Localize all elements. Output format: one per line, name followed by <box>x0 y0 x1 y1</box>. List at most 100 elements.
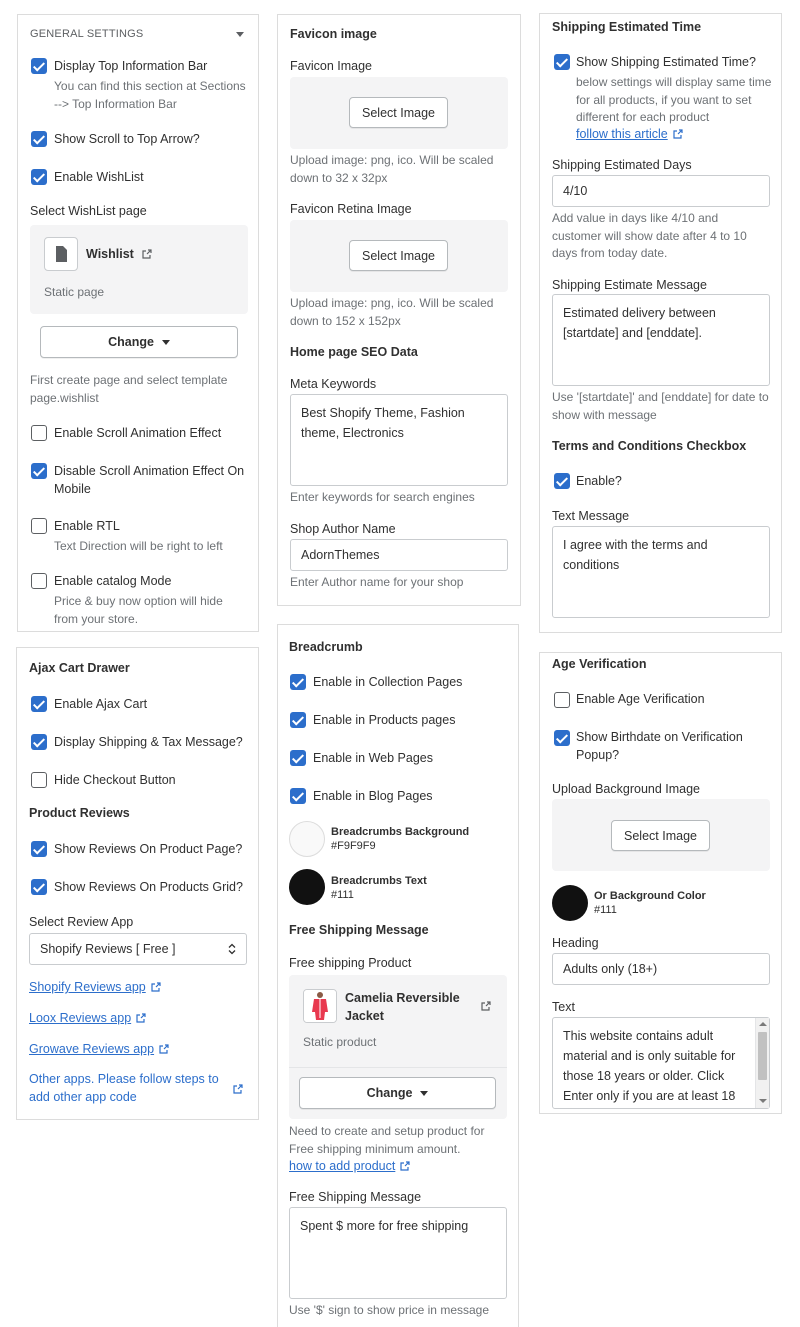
reviews-grid-checkbox[interactable] <box>31 879 47 895</box>
external-link-icon[interactable] <box>481 1001 491 1011</box>
scroll-down-icon[interactable] <box>759 1099 767 1103</box>
birthdate-label: Show Birthdate on Verification Popup? <box>576 730 743 762</box>
free-message-textarea[interactable]: Spent $ more for free shipping <box>289 1207 507 1299</box>
top-bar-label: Display Top Information Bar <box>54 59 208 73</box>
follow-article-link[interactable]: follow this article <box>576 125 683 143</box>
favicon-select-image-button[interactable]: Select Image <box>349 97 448 128</box>
blog-checkbox[interactable] <box>290 788 306 804</box>
product-change-button[interactable]: Change <box>299 1077 496 1109</box>
wishlist-page-link[interactable]: Wishlist <box>86 247 152 261</box>
loox-reviews-text: Loox Reviews app <box>29 1011 132 1025</box>
reviews-page-checkbox[interactable] <box>31 841 47 857</box>
ajax-enable-checkbox[interactable] <box>31 696 47 712</box>
reviews-grid-label: Show Reviews On Products Grid? <box>54 880 243 894</box>
external-link-icon <box>151 982 161 992</box>
text-message-textarea[interactable]: I agree with the terms and conditions <box>552 526 770 618</box>
age-select-image-button[interactable]: Select Image <box>611 820 710 851</box>
loox-reviews-link[interactable]: Loox Reviews app <box>29 1009 146 1027</box>
product-help: Need to create and setup product for Fre… <box>289 1124 485 1156</box>
rtl-checkbox[interactable] <box>31 518 47 534</box>
age-enable-checkbox[interactable] <box>554 692 570 708</box>
hide-checkout-checkbox[interactable] <box>31 772 47 788</box>
age-text-textarea[interactable]: This website contains adult material and… <box>552 1017 770 1109</box>
review-app-select[interactable]: Shopify Reviews [ Free ] <box>29 933 247 965</box>
scroll-top-label: Show Scroll to Top Arrow? <box>54 132 200 146</box>
wishlist-label: Enable WishList <box>54 170 144 184</box>
wishlist-change-button[interactable]: Change <box>40 326 238 358</box>
show-shipping-time-help: below settings will display same time fo… <box>576 75 772 124</box>
favicon-title: Favicon image <box>290 27 377 41</box>
reviews-page-label: Show Reviews On Product Page? <box>54 842 243 856</box>
favicon-image-label: Favicon Image <box>290 59 372 73</box>
shopify-reviews-link[interactable]: Shopify Reviews app <box>29 978 161 996</box>
scroll-top-checkbox[interactable] <box>31 131 47 147</box>
ajax-enable-label: Enable Ajax Cart <box>54 697 148 711</box>
collection-checkbox[interactable] <box>290 674 306 690</box>
free-shipping-title: Free Shipping Message <box>289 923 429 937</box>
free-message-help: Use '$' sign to show price in message <box>289 1303 490 1317</box>
wishlist-page-label: Select WishList page <box>30 204 147 218</box>
favicon-panel: Favicon image Favicon Image Select Image… <box>277 14 521 606</box>
bg-image-label: Upload Background Image <box>552 782 701 796</box>
scroll-anim-checkbox[interactable] <box>31 425 47 441</box>
terms-enable-checkbox[interactable] <box>554 473 570 489</box>
shipping-message-help: Use '[startdate]' and [enddate] for date… <box>552 390 769 422</box>
shipping-tax-label: Display Shipping & Tax Message? <box>54 735 243 749</box>
shopify-reviews-text: Shopify Reviews app <box>29 980 146 994</box>
scroll-thumb[interactable] <box>758 1032 767 1080</box>
meta-keywords-textarea[interactable]: Best Shopify Theme, Fashion theme, Elect… <box>290 394 508 486</box>
heading-input[interactable]: Adults only (18+) <box>552 953 770 985</box>
shipping-days-input[interactable]: 4/10 <box>552 175 770 207</box>
product-type: Static product <box>303 1035 377 1049</box>
breadcrumb-title: Breadcrumb <box>289 640 363 654</box>
change-label: Change <box>108 335 154 349</box>
age-bg-color-label: Or Background Color <box>594 890 706 902</box>
product-thumbnail <box>303 989 337 1023</box>
shipping-days-help: Add value in days like 4/10 and customer… <box>552 211 747 260</box>
retina-help: Upload image: png, ico. Will be scaled d… <box>290 296 494 328</box>
birthdate-checkbox[interactable] <box>554 730 570 746</box>
shipping-time-panel: Shipping Estimated Time Show Shipping Es… <box>539 13 782 633</box>
meta-keywords-help: Enter keywords for search engines <box>290 490 475 504</box>
external-link-icon[interactable] <box>233 1084 243 1094</box>
product-card-divider <box>289 1067 507 1068</box>
collapse-caret-icon[interactable] <box>236 32 244 37</box>
other-apps-link[interactable]: Other apps. Please follow steps to add o… <box>29 1071 219 1106</box>
breadcrumb-bg-swatch[interactable] <box>289 821 325 857</box>
caret-down-icon <box>161 339 170 345</box>
products-checkbox[interactable] <box>290 712 306 728</box>
shipping-days-label: Shipping Estimated Days <box>552 158 692 172</box>
catalog-checkbox[interactable] <box>31 573 47 589</box>
shipping-message-textarea[interactable]: Estimated delivery between [startdate] a… <box>552 294 770 386</box>
reviews-title: Product Reviews <box>29 806 130 820</box>
growave-reviews-text: Growave Reviews app <box>29 1042 155 1056</box>
meta-keywords-label: Meta Keywords <box>290 377 377 391</box>
product-name[interactable]: Camelia Reversible Jacket <box>345 990 463 1025</box>
external-link-icon <box>136 1013 146 1023</box>
wishlist-page-name: Wishlist <box>86 247 134 261</box>
wishlist-checkbox[interactable] <box>31 169 47 185</box>
how-to-add-product-link[interactable]: how to add product <box>289 1157 410 1175</box>
external-link-icon <box>673 129 683 139</box>
growave-reviews-link[interactable]: Growave Reviews app <box>29 1040 169 1058</box>
shipping-message-label: Shipping Estimate Message <box>552 278 707 292</box>
web-checkbox[interactable] <box>290 750 306 766</box>
jacket-image-icon <box>304 990 336 1022</box>
show-shipping-time-checkbox[interactable] <box>554 54 570 70</box>
retina-select-image-button[interactable]: Select Image <box>349 240 448 271</box>
shipping-tax-checkbox[interactable] <box>31 734 47 750</box>
scroll-anim-mobile-checkbox[interactable] <box>31 463 47 479</box>
age-bg-color-swatch[interactable] <box>552 885 588 921</box>
change-label: Change <box>366 1086 413 1100</box>
rtl-label: Enable RTL <box>54 519 120 533</box>
scroll-anim-mobile-label: Disable Scroll Animation Effect On Mobil… <box>54 464 245 496</box>
textarea-scrollbar[interactable] <box>755 1018 769 1108</box>
review-app-value: Shopify Reviews [ Free ] <box>40 942 176 956</box>
top-bar-checkbox[interactable] <box>31 58 47 74</box>
wishlist-help: First create page and select template pa… <box>30 373 228 405</box>
scroll-up-icon[interactable] <box>759 1022 767 1026</box>
breadcrumb-bg-value: #F9F9F9 <box>331 840 376 852</box>
age-text-value: This website contains adult material and… <box>563 1029 736 1103</box>
author-input[interactable]: AdornThemes <box>290 539 508 571</box>
breadcrumb-text-swatch[interactable] <box>289 869 325 905</box>
